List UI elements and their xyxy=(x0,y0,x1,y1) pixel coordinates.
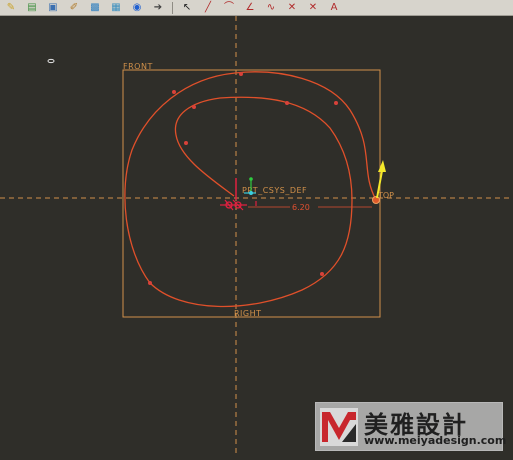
watermark-url: www.meiyadesign.com xyxy=(364,434,507,447)
spline-point[interactable] xyxy=(184,141,188,145)
curve-end-point[interactable] xyxy=(372,196,380,204)
spline-point[interactable] xyxy=(172,90,176,94)
csys-origin-icon[interactable] xyxy=(220,177,257,211)
point-icon[interactable]: ✕ xyxy=(283,1,301,15)
text-icon[interactable]: A xyxy=(325,1,343,15)
spline-point[interactable] xyxy=(192,105,196,109)
image-icon[interactable]: ▩ xyxy=(86,1,104,15)
meiya-logo-icon xyxy=(320,408,358,446)
spline-point[interactable] xyxy=(334,101,338,105)
toolbar-separator xyxy=(172,1,173,14)
spline-point[interactable] xyxy=(239,72,243,76)
coordinate-system-icon[interactable]: ✕ xyxy=(304,1,322,15)
graphics-viewport[interactable]: FRONT RIGHT TOP PRT_CSYS_DEF 6.20 xyxy=(0,16,513,456)
dimension-icon[interactable]: ✐ xyxy=(65,1,83,15)
spline-point[interactable] xyxy=(320,272,324,276)
direction-arrow-head[interactable] xyxy=(378,160,386,172)
line-icon[interactable]: ╱ xyxy=(199,1,217,15)
watermark: 美雅設計 www.meiyadesign.com xyxy=(315,402,507,451)
toolbar: ✎ ▤ ▣ ✐ ▩ ▦ ◉ ➔ ↖ ╱ ⌒ ∠ ∿ ✕ ✕ A xyxy=(0,0,513,16)
spline-icon[interactable]: ∿ xyxy=(262,1,280,15)
model-tree-icon[interactable]: ▣ xyxy=(44,1,62,15)
spline-point[interactable] xyxy=(285,101,289,105)
spline-points xyxy=(148,72,338,285)
fillet-icon[interactable]: ∠ xyxy=(241,1,259,15)
right-plane-label: RIGHT xyxy=(234,309,262,318)
select-arrow-icon[interactable]: ↖ xyxy=(178,1,196,15)
front-plane-label: FRONT xyxy=(123,62,153,71)
dimension-value[interactable]: 6.20 xyxy=(292,203,310,212)
table-icon[interactable]: ▦ xyxy=(107,1,125,15)
arc-icon[interactable]: ⌒ xyxy=(220,1,238,15)
export-icon[interactable]: ➔ xyxy=(149,1,167,15)
note-icon[interactable]: ✎ xyxy=(2,1,20,15)
spline-point[interactable] xyxy=(148,281,152,285)
regenerate-icon[interactable]: ◉ xyxy=(128,1,146,15)
layers-icon[interactable]: ▤ xyxy=(23,1,41,15)
view-marker-icon xyxy=(47,58,55,64)
